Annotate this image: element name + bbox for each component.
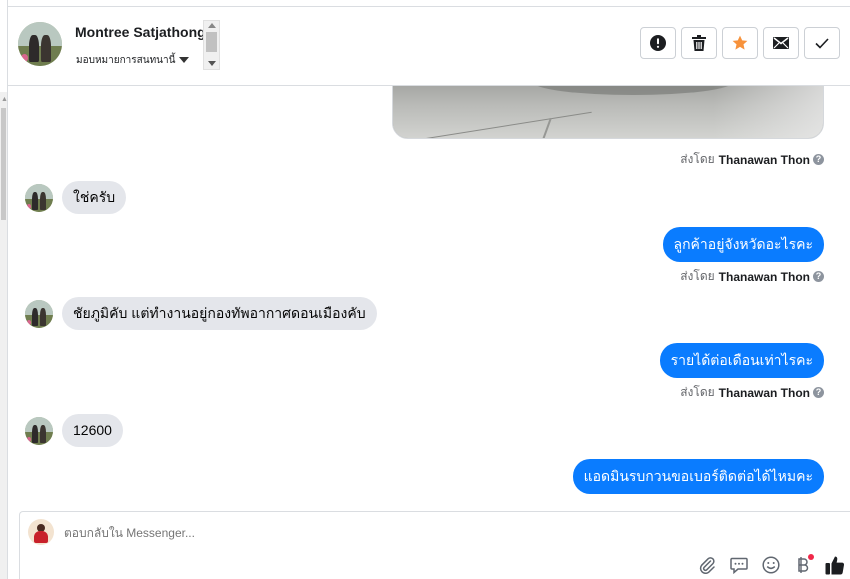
exclamation-icon (650, 35, 666, 51)
message-bubble-incoming[interactable]: ชัยภูมิคับ แต่ทำงานอยู่กองทัพอากาศดอนเมื… (62, 297, 377, 330)
reply-input[interactable] (64, 526, 664, 540)
mark-unread-button[interactable] (763, 27, 799, 59)
trash-icon (692, 35, 706, 51)
message-bubble-outgoing[interactable]: ลูกค้าอยู่จังหวัดอะไรคะ (662, 227, 824, 262)
assign-conversation-dropdown[interactable]: มอบหมายการสนทนานี้ (76, 53, 190, 68)
emoji-icon (762, 556, 780, 574)
sent-by-label: ส่งโดย Thanawan Thon? (680, 383, 824, 402)
caret-down-icon (179, 57, 190, 64)
sender-name[interactable]: Thanawan Thon (719, 270, 810, 284)
sent-by-label: ส่งโดย Thanawan Thon? (680, 267, 824, 286)
page-avatar (28, 519, 54, 545)
saved-reply-icon (730, 557, 748, 574)
star-button[interactable] (722, 27, 758, 59)
reply-composer (19, 511, 850, 579)
assign-scrollbar-thumb[interactable] (206, 32, 217, 52)
message-bubble-outgoing[interactable]: แอดมินรบกวนขอเบอร์ติดต่อได้ไหมคะ (572, 459, 824, 494)
message-thread[interactable]: ส่งโดย Thanawan Thon? ใช่ครับ ลูกค้าอยู่จ… (8, 86, 850, 510)
help-icon[interactable]: ? (813, 387, 824, 398)
scroll-up-arrow-icon[interactable]: ▲ (1, 96, 8, 103)
assign-label: มอบหมายการสนทนานี้ (76, 55, 176, 66)
help-icon[interactable]: ? (813, 271, 824, 282)
contact-avatar[interactable] (18, 22, 62, 66)
message-bubble-outgoing[interactable]: รายได้ต่อเดือนเท่าไรคะ (659, 343, 824, 378)
contact-avatar-small[interactable] (25, 184, 53, 212)
scrollbar-thumb[interactable] (1, 108, 6, 220)
delete-button[interactable] (681, 27, 717, 59)
notification-dot (808, 554, 814, 560)
saved-replies-button[interactable] (728, 554, 750, 576)
payment-button[interactable] (792, 554, 814, 576)
thumbs-up-icon (825, 556, 845, 575)
paperclip-icon (699, 557, 715, 574)
help-icon[interactable]: ? (813, 154, 824, 165)
like-button[interactable] (824, 554, 846, 576)
contact-avatar-small[interactable] (25, 417, 53, 445)
sent-by-prefix: ส่งโดย (680, 385, 715, 399)
report-button[interactable] (640, 27, 676, 59)
star-icon (732, 35, 748, 50)
message-bubble-incoming[interactable]: ใช่ครับ (62, 181, 127, 214)
scroll-up-icon[interactable] (208, 23, 216, 28)
emoji-button[interactable] (760, 554, 782, 576)
outer-scrollbar[interactable]: ▲ (0, 92, 8, 579)
assign-scrollbar[interactable] (203, 20, 220, 70)
mark-done-button[interactable] (804, 27, 840, 59)
sent-by-label: ส่งโดย Thanawan Thon? (680, 150, 824, 169)
envelope-icon (773, 37, 789, 49)
header-actions (640, 27, 840, 59)
scroll-down-icon[interactable] (208, 61, 216, 66)
conversation-header: Montree Satjathong มอบหมายการสนทนานี้ (8, 7, 850, 86)
composer-tools (696, 554, 846, 576)
sender-name[interactable]: Thanawan Thon (719, 153, 810, 167)
attach-button[interactable] (696, 554, 718, 576)
contact-avatar-small[interactable] (25, 300, 53, 328)
sent-by-prefix: ส่งโดย (680, 152, 715, 166)
message-bubble-incoming[interactable]: 12600 (62, 414, 123, 447)
sender-name[interactable]: Thanawan Thon (719, 386, 810, 400)
contact-name[interactable]: Montree Satjathong (75, 24, 206, 40)
checkmark-icon (815, 37, 829, 49)
sent-by-prefix: ส่งโดย (680, 269, 715, 283)
image-attachment[interactable] (392, 86, 824, 139)
